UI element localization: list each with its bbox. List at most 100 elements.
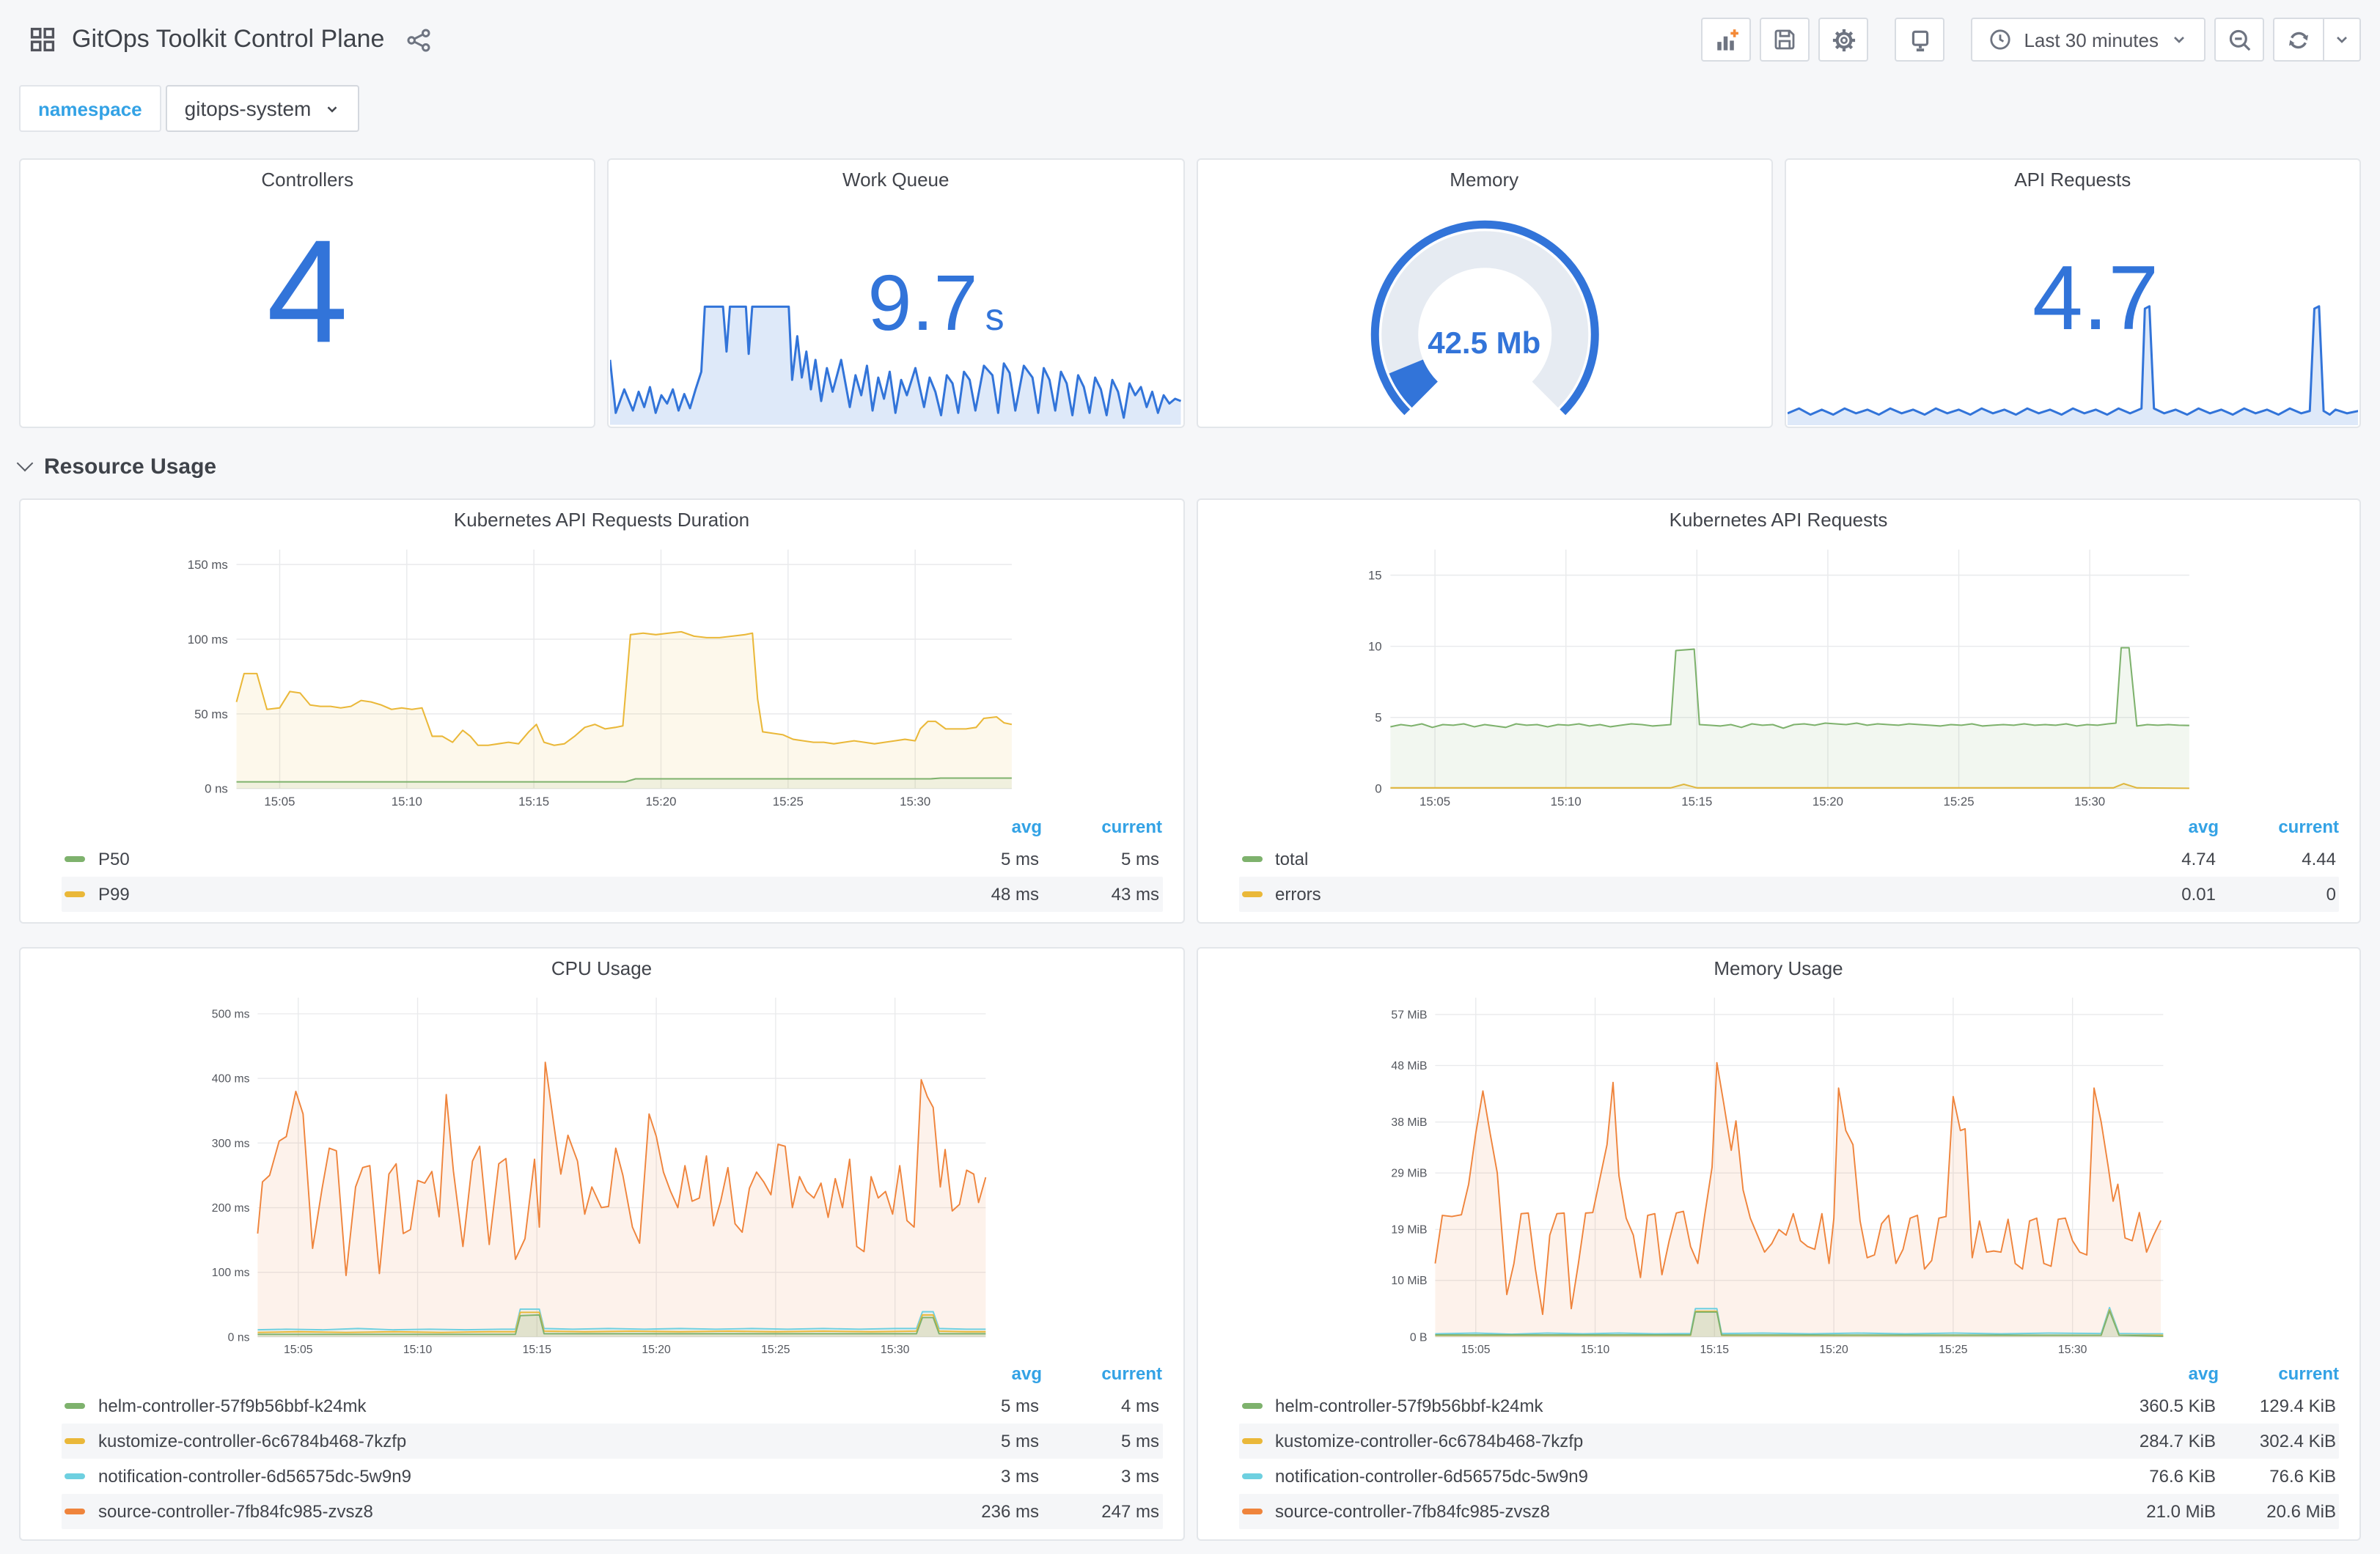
legend-header-avg[interactable]: avg bbox=[2107, 1363, 2219, 1384]
svg-text:5: 5 bbox=[1374, 711, 1381, 725]
legend-header-current[interactable]: current bbox=[2219, 1363, 2339, 1384]
cpu-usage-plot[interactable]: 15:05 15:10 15:15 15:20 15:25 15:30 0 ns 100 ms… bbox=[21, 990, 1183, 1359]
svg-text:15:30: 15:30 bbox=[2074, 795, 2104, 809]
legend-series-label[interactable]: errors bbox=[1275, 884, 2104, 905]
panel-title[interactable]: Controllers bbox=[21, 160, 594, 201]
legend-avg-value: 360.5 KiB bbox=[2139, 1396, 2216, 1416]
time-range-picker[interactable]: Last 30 minutes bbox=[1971, 18, 2205, 62]
zoom-out-button[interactable] bbox=[2214, 18, 2264, 62]
legend-row: helm-controller-57f9b56bbf-k24mk 5 ms 4 ms bbox=[62, 1388, 1162, 1424]
legend-current-value: 20.6 MiB bbox=[2266, 1501, 2336, 1522]
panel-k8s-api-requests: Kubernetes API Requests 15:05 15:10 15:15 1… bbox=[1196, 498, 2361, 924]
variable-value-dropdown[interactable]: gitops-system bbox=[165, 85, 360, 132]
stat-value: 9.7 s bbox=[867, 259, 1004, 348]
panel-k8s-api-duration: Kubernetes API Requests Duration 15:05 15… bbox=[19, 498, 1184, 924]
legend-row: helm-controller-57f9b56bbf-k24mk 360.5 Ki… bbox=[1238, 1388, 2339, 1424]
panel-title[interactable]: Work Queue bbox=[609, 160, 1183, 201]
svg-text:200 ms: 200 ms bbox=[212, 1202, 250, 1215]
svg-text:15:05: 15:05 bbox=[1461, 1344, 1490, 1356]
series-color-dash-icon bbox=[1241, 891, 1262, 897]
share-icon[interactable] bbox=[406, 27, 431, 52]
svg-text:15:10: 15:10 bbox=[1550, 795, 1581, 809]
legend-header: avg current bbox=[62, 1359, 1162, 1388]
svg-text:0: 0 bbox=[1374, 782, 1381, 796]
svg-text:15:10: 15:10 bbox=[403, 1344, 433, 1356]
legend-header-avg[interactable]: avg bbox=[2107, 817, 2219, 837]
save-dashboard-button[interactable] bbox=[1760, 18, 1810, 62]
svg-text:15:15: 15:15 bbox=[523, 1344, 552, 1356]
section-resource-usage[interactable]: Resource Usage bbox=[16, 452, 2361, 481]
legend-row: source-controller-7fb84fc985-zvsz8 236 ms… bbox=[62, 1494, 1162, 1529]
k8s-api-requests-plot[interactable]: 15:05 15:10 15:15 15:20 15:25 15:30 0 5 10 15 bbox=[1197, 541, 2359, 812]
panel-api-requests: API Requests 4.7 bbox=[1784, 158, 2361, 428]
dashboard-settings-button[interactable] bbox=[1818, 18, 1869, 62]
panel-title[interactable]: Memory bbox=[1197, 160, 1771, 201]
k8s-api-duration-plot[interactable]: 15:05 15:10 15:15 15:20 15:25 15:30 0 ns 50 ms 1… bbox=[21, 541, 1183, 812]
legend-current-value: 43 ms bbox=[1111, 884, 1159, 905]
legend-series-label[interactable]: helm-controller-57f9b56bbf-k24mk bbox=[98, 1396, 928, 1416]
panel-title[interactable]: Memory Usage bbox=[1197, 949, 2359, 990]
panel-title[interactable]: API Requests bbox=[1786, 160, 2359, 201]
time-range-label: Last 30 minutes bbox=[2024, 29, 2159, 51]
legend-header-current[interactable]: current bbox=[1042, 1363, 1162, 1384]
legend-row: kustomize-controller-6c6784b468-7kzfp 284… bbox=[1238, 1424, 2339, 1459]
svg-text:15:20: 15:20 bbox=[642, 1344, 671, 1356]
series-color-dash-icon bbox=[1241, 1473, 1262, 1479]
stat-unit: s bbox=[985, 295, 1004, 339]
svg-text:10: 10 bbox=[1367, 640, 1381, 654]
series-color-dash-icon bbox=[1241, 1403, 1262, 1409]
panel-title[interactable]: Kubernetes API Requests Duration bbox=[21, 500, 1183, 541]
series-color-dash-icon bbox=[65, 891, 85, 897]
legend-current-value: 4.44 bbox=[2302, 849, 2336, 869]
legend-row: notification-controller-6d56575dc-5w9n9 3… bbox=[62, 1459, 1162, 1494]
series-color-dash-icon bbox=[65, 1403, 85, 1409]
svg-text:0 ns: 0 ns bbox=[228, 1331, 250, 1344]
legend-series-label[interactable]: P99 bbox=[98, 884, 928, 905]
panel-memory: Memory 42.5 Mb bbox=[1196, 158, 1773, 428]
svg-text:15:25: 15:25 bbox=[761, 1344, 790, 1356]
legend-series-label[interactable]: P50 bbox=[98, 849, 928, 869]
legend: avg current total 4.74 4.44 errors 0.01 0 bbox=[1197, 812, 2359, 922]
svg-text:15:25: 15:25 bbox=[1943, 795, 1974, 809]
add-panel-button[interactable] bbox=[1701, 18, 1752, 62]
svg-text:19 MiB: 19 MiB bbox=[1390, 1224, 1426, 1237]
svg-text:15:10: 15:10 bbox=[392, 795, 422, 809]
legend-avg-value: 76.6 KiB bbox=[2149, 1466, 2216, 1487]
legend-avg-value: 48 ms bbox=[991, 884, 1039, 905]
charts-row-1: Kubernetes API Requests Duration 15:05 15… bbox=[19, 498, 2361, 924]
legend-series-label[interactable]: kustomize-controller-6c6784b468-7kzfp bbox=[98, 1431, 928, 1451]
svg-text:15:15: 15:15 bbox=[1700, 1344, 1729, 1356]
legend-row: total 4.74 4.44 bbox=[1238, 842, 2339, 877]
refresh-interval-dropdown[interactable] bbox=[2323, 18, 2361, 62]
legend-header-avg[interactable]: avg bbox=[930, 1363, 1042, 1384]
legend-avg-value: 4.74 bbox=[2181, 849, 2216, 869]
svg-text:15:05: 15:05 bbox=[284, 1344, 313, 1356]
series-color-dash-icon bbox=[65, 1473, 85, 1479]
memory-usage-plot[interactable]: 15:05 15:10 15:15 15:20 15:25 15:30 0 B 10 MiB 1… bbox=[1197, 990, 2359, 1359]
legend-header-avg[interactable]: avg bbox=[930, 817, 1042, 837]
save-icon bbox=[1775, 29, 1795, 50]
legend-series-label[interactable]: source-controller-7fb84fc985-zvsz8 bbox=[1275, 1501, 2104, 1522]
panel-title[interactable]: Kubernetes API Requests bbox=[1197, 500, 2359, 541]
legend-series-label[interactable]: kustomize-controller-6c6784b468-7kzfp bbox=[1275, 1431, 2104, 1451]
legend: avg current helm-controller-57f9b56bbf-k24… bbox=[21, 1359, 1183, 1539]
legend-row: P50 5 ms 5 ms bbox=[62, 842, 1162, 877]
legend-header-current[interactable]: current bbox=[2219, 817, 2339, 837]
legend-series-label[interactable]: helm-controller-57f9b56bbf-k24mk bbox=[1275, 1396, 2104, 1416]
legend-header: avg current bbox=[1238, 1359, 2339, 1388]
legend-series-label[interactable]: source-controller-7fb84fc985-zvsz8 bbox=[98, 1501, 928, 1522]
legend-series-label[interactable]: notification-controller-6d56575dc-5w9n9 bbox=[1275, 1466, 2104, 1487]
legend-series-label[interactable]: notification-controller-6d56575dc-5w9n9 bbox=[98, 1466, 928, 1487]
legend-header-current[interactable]: current bbox=[1042, 817, 1162, 837]
cycle-view-mode-button[interactable] bbox=[1895, 18, 1945, 62]
refresh-button[interactable] bbox=[2273, 18, 2323, 62]
panel-controllers: Controllers 4 bbox=[19, 158, 596, 428]
legend-current-value: 5 ms bbox=[1120, 1431, 1159, 1451]
panel-memory-usage: Memory Usage 15:05 15:10 15:15 15:20 15:25 15… bbox=[1196, 947, 2361, 1541]
submenu: namespace gitops-system bbox=[19, 85, 2380, 132]
stats-row: Controllers 4 Work Queue 9.7 s Memory 42.… bbox=[19, 158, 2361, 428]
svg-text:15: 15 bbox=[1367, 568, 1381, 582]
legend-series-label[interactable]: total bbox=[1275, 849, 2104, 869]
svg-text:50 ms: 50 ms bbox=[194, 707, 228, 721]
panel-title[interactable]: CPU Usage bbox=[21, 949, 1183, 990]
